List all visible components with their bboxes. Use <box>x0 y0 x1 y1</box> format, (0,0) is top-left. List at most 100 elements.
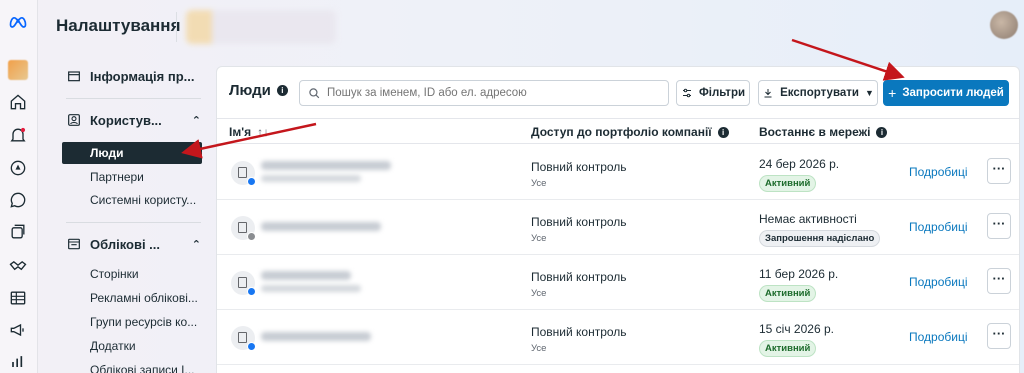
business-avatar-icon[interactable] <box>8 60 28 80</box>
facebook-icon <box>247 287 256 296</box>
sidebar-item-ad-accounts[interactable]: Рекламні облікові... <box>62 287 202 309</box>
person-name-redacted <box>261 161 391 170</box>
info-icon[interactable]: i <box>717 126 729 138</box>
facebook-icon <box>247 177 256 186</box>
sidebar-item-pages[interactable]: Сторінки <box>62 263 202 285</box>
pending-icon <box>247 232 256 241</box>
column-last-online-label: Востаннє в мережі <box>759 125 871 139</box>
business-account-switcher[interactable] <box>186 10 336 44</box>
analytics-icon[interactable] <box>8 352 28 372</box>
access-level: Повний контроль <box>531 160 627 174</box>
table-icon[interactable] <box>8 288 28 308</box>
sidebar-item-partners[interactable]: Партнери <box>62 166 202 188</box>
invite-label: Запросити людей <box>902 87 1004 99</box>
plus-icon: + <box>888 85 897 101</box>
handshake-icon[interactable] <box>8 256 28 276</box>
person-avatar <box>231 271 256 296</box>
home-icon[interactable] <box>8 92 28 112</box>
access-scope: Усе <box>531 288 547 299</box>
sidebar-item-label: Інформація пр... <box>90 68 195 84</box>
column-name-label: Ім'я <box>229 125 252 139</box>
users-icon <box>68 114 80 126</box>
column-last-online: Востаннє в мережі i <box>759 125 888 139</box>
page-title: Налаштування <box>56 16 181 35</box>
export-button[interactable]: Експортувати ▼ <box>758 80 878 106</box>
panel-title: Люди i <box>229 82 288 99</box>
table-row[interactable]: Повний контроль Усе 24 бер 2026 р. Актив… <box>217 145 1019 200</box>
details-link[interactable]: Подробиці <box>909 165 968 179</box>
sidebar-section-label: Користув... <box>90 112 162 128</box>
details-link[interactable]: Подробиці <box>909 275 968 289</box>
person-email-redacted <box>261 285 361 292</box>
sidebar-item-people[interactable]: Люди <box>62 142 202 164</box>
sort-icon[interactable]: ↑↓ <box>257 125 269 139</box>
filter-icon <box>682 88 691 98</box>
person-email-redacted <box>261 222 381 231</box>
notifications-icon[interactable] <box>8 125 28 145</box>
panel-title-text: Люди <box>229 82 271 99</box>
search-icon <box>309 87 320 98</box>
column-access: Доступ до портфоліо компанії i <box>531 125 729 139</box>
status-badge: Запрошення надіслано <box>759 230 881 247</box>
compass-icon[interactable] <box>8 158 28 178</box>
access-scope: Усе <box>531 233 547 244</box>
table-row[interactable]: Повний контроль Усе 11 бер 2026 р. Актив… <box>217 255 1019 310</box>
more-options-button[interactable]: ··· <box>987 323 1011 349</box>
more-options-button[interactable]: ··· <box>987 158 1011 184</box>
sidebar-section-label: Облікові ... <box>90 236 161 252</box>
details-link[interactable]: Подробиці <box>909 220 968 234</box>
access-scope: Усе <box>531 343 547 354</box>
last-online: Немає активності <box>759 212 857 226</box>
sidebar-divider <box>66 98 201 99</box>
export-label: Експортувати <box>780 87 859 99</box>
more-options-button[interactable]: ··· <box>987 213 1011 239</box>
meta-logo-icon[interactable] <box>8 12 28 32</box>
pages-icon[interactable] <box>8 222 28 242</box>
last-online: 15 січ 2026 р. <box>759 322 834 336</box>
sidebar-item-instagram-accounts[interactable]: Облікові записи І... <box>62 359 202 373</box>
sidebar-item-system-users[interactable]: Системні користу... <box>62 189 202 211</box>
filters-button[interactable]: Фільтри <box>676 80 750 106</box>
chat-icon[interactable] <box>8 190 28 210</box>
info-icon[interactable]: i <box>276 85 288 96</box>
icon-rail <box>0 0 38 373</box>
sidebar-item-business-info[interactable]: Інформація пр... <box>66 68 201 84</box>
status-badge: Активний <box>759 340 817 357</box>
last-online: 11 бер 2026 р. <box>759 267 839 281</box>
status-badge: Активний <box>759 285 817 302</box>
access-level: Повний контроль <box>531 215 627 229</box>
table-row[interactable]: Повний контроль Усе Немає активності Зап… <box>217 200 1019 255</box>
header-divider <box>176 12 177 42</box>
table-header: Ім'я ↑↓ Доступ до портфоліо компанії i В… <box>217 118 1019 144</box>
search-box <box>299 80 669 106</box>
person-email-redacted <box>261 175 361 182</box>
details-link[interactable]: Подробиці <box>909 330 968 344</box>
invite-people-button[interactable]: + Запросити людей <box>883 80 1009 106</box>
badge-icon <box>238 222 247 233</box>
access-scope: Усе <box>531 178 547 189</box>
caret-down-icon: ▼ <box>864 88 874 98</box>
info-icon[interactable]: i <box>876 126 888 138</box>
more-options-button[interactable]: ··· <box>987 268 1011 294</box>
person-name-redacted <box>261 271 351 280</box>
last-online: 24 бер 2026 р. <box>759 157 840 171</box>
filters-label: Фільтри <box>698 87 746 99</box>
avatar[interactable] <box>990 11 1018 39</box>
sidebar-section-users[interactable]: Користув... ⌃ <box>66 112 201 128</box>
column-name[interactable]: Ім'я ↑↓ <box>229 125 269 139</box>
sidebar-section-accounts[interactable]: Облікові ... ⌃ <box>66 236 201 252</box>
badge-icon <box>238 332 247 343</box>
sidebar-item-apps[interactable]: Додатки <box>62 335 202 357</box>
person-avatar <box>231 216 256 241</box>
column-access-label: Доступ до портфоліо компанії <box>531 125 712 139</box>
people-panel: Люди i Фільтри Експортувати ▼ + Запросит… <box>216 66 1020 373</box>
access-level: Повний контроль <box>531 270 627 284</box>
download-icon <box>764 89 772 98</box>
megaphone-icon[interactable] <box>8 320 28 340</box>
table-row[interactable]: Повний контроль Усе 15 січ 2026 р. Актив… <box>217 310 1019 365</box>
badge-icon <box>238 167 247 178</box>
sidebar-item-asset-groups[interactable]: Групи ресурсів ко... <box>62 311 202 333</box>
search-input[interactable] <box>327 87 657 99</box>
chevron-up-icon: ⌃ <box>191 114 201 127</box>
person-avatar <box>231 161 256 186</box>
